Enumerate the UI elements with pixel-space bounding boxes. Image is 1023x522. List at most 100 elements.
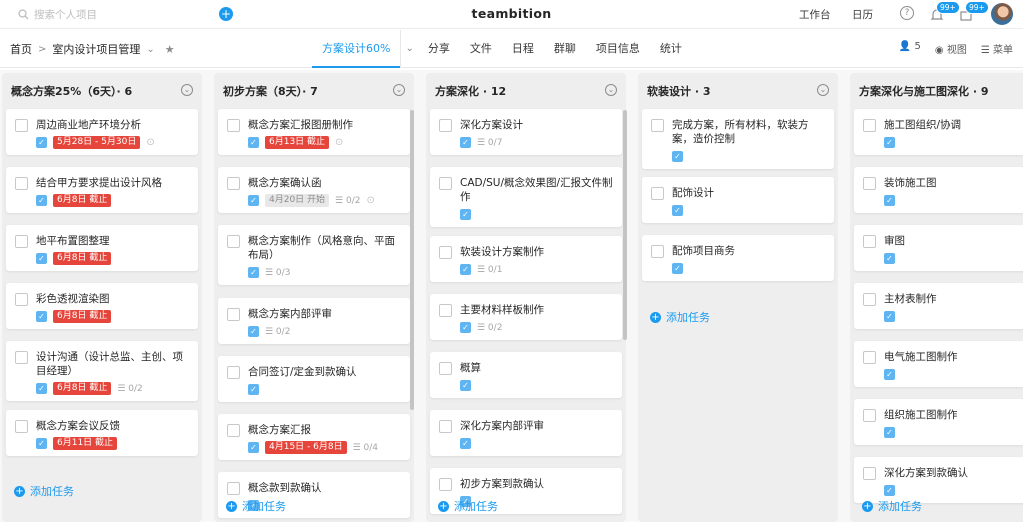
tab-stats[interactable]: 统计 xyxy=(650,30,692,68)
task-checkbox[interactable] xyxy=(227,482,240,495)
notification-badge: 99+ xyxy=(936,1,960,14)
tab-share[interactable]: 分享 xyxy=(418,30,460,68)
task-card[interactable]: 电气施工图制作 ✓ xyxy=(854,341,1023,387)
check-icon: ✓ xyxy=(884,253,895,264)
task-card[interactable]: CAD/SU/概念效果图/汇报文件制作 ✓ xyxy=(430,167,622,227)
task-checkbox[interactable] xyxy=(439,420,452,433)
task-card[interactable]: 审图 ✓ xyxy=(854,225,1023,271)
task-card[interactable]: 彩色透视渲染图 ✓ 6月8日 截止 xyxy=(6,283,198,329)
task-card[interactable]: 结合甲方要求提出设计风格 ✓ 6月8日 截止 xyxy=(6,167,198,213)
task-card[interactable]: 装饰施工图 ✓ xyxy=(854,167,1023,213)
task-checkbox[interactable] xyxy=(439,119,452,132)
task-card[interactable]: 组织施工图制作 ✓ xyxy=(854,399,1023,445)
task-card[interactable]: 概算 ✓ xyxy=(430,352,622,398)
task-card[interactable]: 概念方案内部评审 ✓ ☰ 0/2 xyxy=(218,298,410,344)
task-checkbox[interactable] xyxy=(439,362,452,375)
task-checkbox[interactable] xyxy=(15,235,28,248)
task-checkbox[interactable] xyxy=(439,177,452,190)
task-card[interactable]: 概念方案确认函 ✓ 4月20日 开始 ☰ 0/2 ⊙ xyxy=(218,167,410,213)
breadcrumb-home[interactable]: 首页 xyxy=(10,41,32,57)
task-checkbox[interactable] xyxy=(863,467,876,480)
column-menu-icon[interactable]: ⌄ xyxy=(605,84,617,96)
task-card[interactable]: 深化方案设计 ✓ ☰ 0/7 xyxy=(430,109,622,155)
task-card[interactable]: 软装设计方案制作 ✓ ☰ 0/1 xyxy=(430,236,622,282)
task-card[interactable]: 合同签订/定金到款确认 ✓ xyxy=(218,356,410,402)
members-button[interactable]: 👤 5 xyxy=(899,41,921,56)
tab-project-info[interactable]: 项目信息 xyxy=(586,30,650,68)
tab-dropdown-icon[interactable]: ⌄ xyxy=(400,30,417,68)
menu-button[interactable]: ☰ 菜单 xyxy=(981,41,1013,56)
task-card[interactable]: 地平布置图整理 ✓ 6月8日 截止 xyxy=(6,225,198,271)
task-checkbox[interactable] xyxy=(227,308,240,321)
column-menu-icon[interactable]: ⌄ xyxy=(181,84,193,96)
view-button[interactable]: ◉ 视图 xyxy=(935,41,967,56)
inbox-icon[interactable]: 99+ xyxy=(959,1,989,22)
task-checkbox[interactable] xyxy=(651,187,664,200)
task-checkbox[interactable] xyxy=(863,293,876,306)
task-checkbox[interactable] xyxy=(651,245,664,258)
add-task-button[interactable]: + 添加任务 xyxy=(862,498,922,514)
task-checkbox[interactable] xyxy=(863,351,876,364)
task-card[interactable]: 概念方案制作（风格意向、平面布局） ✓ ☰ 0/3 xyxy=(218,225,410,285)
task-checkbox[interactable] xyxy=(227,366,240,379)
add-task-button[interactable]: + 添加任务 xyxy=(650,309,710,325)
members-count: 5 xyxy=(914,41,921,52)
avatar[interactable] xyxy=(991,3,1013,25)
calendar-link[interactable]: 日历 xyxy=(852,7,873,22)
task-checkbox[interactable] xyxy=(439,246,452,259)
tab-chat[interactable]: 群聊 xyxy=(544,30,586,68)
workbench-link[interactable]: 工作台 xyxy=(799,7,831,22)
task-card[interactable]: 概念方案会议反馈 ✓ 6月11日 截止 xyxy=(6,410,198,456)
task-checkbox[interactable] xyxy=(227,177,240,190)
tab-design[interactable]: 方案设计60% xyxy=(312,30,401,68)
task-card[interactable]: 完成方案，所有材料，软装方案，造价控制 ✓ xyxy=(642,109,834,169)
task-checkbox[interactable] xyxy=(863,409,876,422)
task-card[interactable]: 深化方案内部评审 ✓ xyxy=(430,410,622,456)
task-checkbox[interactable] xyxy=(15,293,28,306)
task-card[interactable]: 配饰项目商务 ✓ xyxy=(642,235,834,281)
task-checkbox[interactable] xyxy=(439,478,452,491)
task-card[interactable]: 周边商业地产环境分析 ✓ 5月28日 - 5月30日 ⊙ xyxy=(6,109,198,155)
task-card[interactable]: 配饰设计 ✓ xyxy=(642,177,834,223)
scrollbar[interactable] xyxy=(623,110,627,340)
task-checkbox[interactable] xyxy=(15,177,28,190)
chevron-right-icon: > xyxy=(38,43,47,55)
subtask-count: ☰ 0/3 xyxy=(265,267,291,278)
task-checkbox[interactable] xyxy=(651,119,664,132)
add-task-button[interactable]: + 添加任务 xyxy=(14,483,74,499)
add-task-button[interactable]: + 添加任务 xyxy=(226,498,286,514)
tab-files[interactable]: 文件 xyxy=(460,30,502,68)
task-card[interactable]: 施工图组织/协调 ✓ xyxy=(854,109,1023,155)
column-title: 概念方案25%（6天）· 6 xyxy=(11,85,133,98)
task-checkbox[interactable] xyxy=(863,177,876,190)
task-title: 合同签订/定金到款确认 xyxy=(248,366,357,378)
add-task-button[interactable]: + 添加任务 xyxy=(438,498,498,514)
task-card[interactable]: 深化方案到款确认 ✓ xyxy=(854,457,1023,503)
task-checkbox[interactable] xyxy=(227,424,240,437)
task-checkbox[interactable] xyxy=(15,119,28,132)
task-card[interactable]: 概念方案汇报图册制作 ✓ 6月13日 截止 ⊙ xyxy=(218,109,410,155)
chevron-down-icon[interactable]: ⌄ xyxy=(146,44,154,55)
task-card[interactable]: 设计沟通（设计总监、主创、项目经理） ✓ 6月8日 截止 ☰ 0/2 xyxy=(6,341,198,401)
column-menu-icon[interactable]: ⌄ xyxy=(393,84,405,96)
check-icon: ✓ xyxy=(36,438,47,449)
scrollbar[interactable] xyxy=(410,110,414,410)
task-card[interactable]: 概念方案汇报 ✓ 4月15日 - 6月8日 ☰ 0/4 xyxy=(218,414,410,460)
help-icon[interactable]: ? xyxy=(900,6,914,20)
task-checkbox[interactable] xyxy=(863,119,876,132)
task-checkbox[interactable] xyxy=(15,420,28,433)
task-checkbox[interactable] xyxy=(439,304,452,317)
tab-schedule[interactable]: 日程 xyxy=(502,30,544,68)
task-checkbox[interactable] xyxy=(227,235,240,248)
task-card[interactable]: 主材表制作 ✓ xyxy=(854,283,1023,329)
breadcrumb-project[interactable]: 室内设计项目管理 xyxy=(52,41,140,57)
task-checkbox[interactable] xyxy=(15,351,28,364)
task-checkbox[interactable] xyxy=(227,119,240,132)
menu-label: 菜单 xyxy=(993,45,1013,56)
task-checkbox[interactable] xyxy=(863,235,876,248)
star-icon[interactable]: ★ xyxy=(165,43,175,56)
task-card[interactable]: 主要材料样板制作 ✓ ☰ 0/2 xyxy=(430,294,622,340)
notification-icon[interactable]: 99+ xyxy=(930,1,960,22)
column-menu-icon[interactable]: ⌄ xyxy=(817,84,829,96)
due-date-badge: 6月8日 截止 xyxy=(53,382,112,395)
